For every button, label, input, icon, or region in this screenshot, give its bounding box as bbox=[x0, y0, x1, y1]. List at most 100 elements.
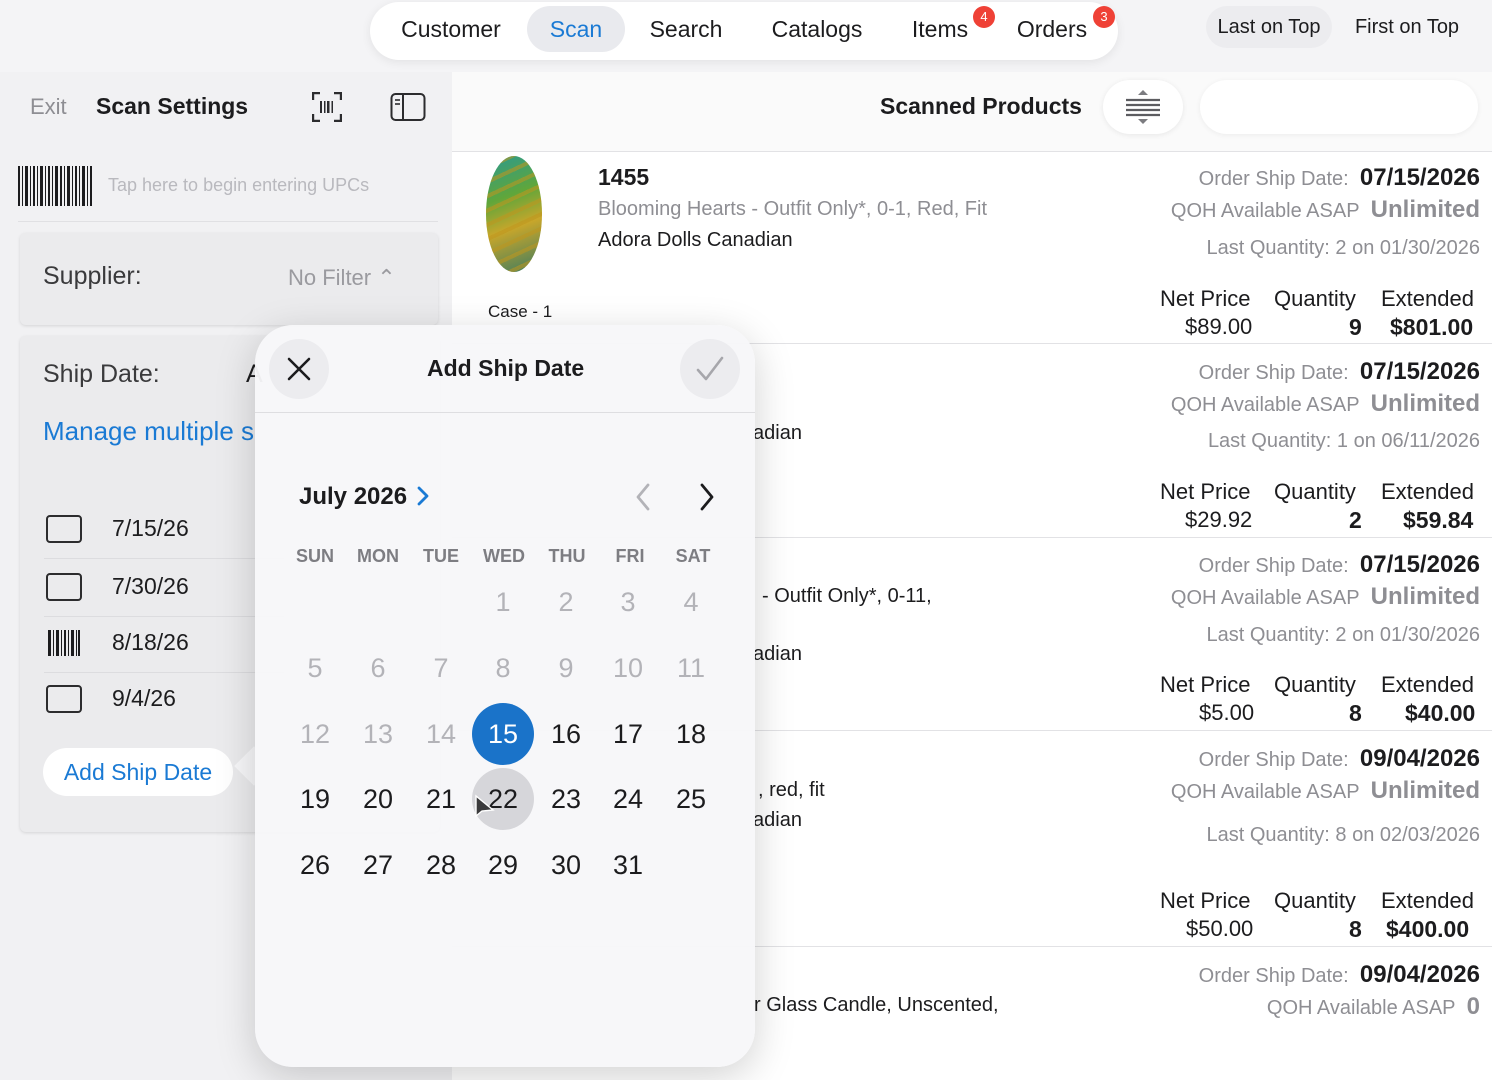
net-price: $50.00 bbox=[1186, 916, 1254, 941]
checkbox[interactable] bbox=[46, 573, 82, 601]
calendar-day[interactable]: 3 bbox=[597, 571, 659, 633]
ship-date-text: 7/30/26 bbox=[112, 573, 189, 599]
calendar-day[interactable]: 5 bbox=[284, 637, 346, 699]
exit-button[interactable]: Exit bbox=[30, 94, 67, 120]
first-on-top-option[interactable]: First on Top bbox=[1340, 6, 1474, 48]
weekday-label: MON bbox=[357, 546, 399, 566]
quantity[interactable]: 9 bbox=[1349, 314, 1362, 341]
calendar-day[interactable]: 25 bbox=[660, 768, 722, 830]
ship-date-row[interactable]: 9/4/26 bbox=[44, 673, 284, 729]
confirm-button[interactable] bbox=[680, 339, 740, 399]
net-price: $89.00 bbox=[1185, 314, 1253, 339]
calendar-day[interactable]: 20 bbox=[347, 768, 409, 830]
sort-icon bbox=[1126, 90, 1160, 124]
calendar-day[interactable]: 18 bbox=[660, 703, 722, 765]
orders-badge: 3 bbox=[1093, 6, 1115, 28]
tab-search[interactable]: Search bbox=[638, 6, 734, 52]
upc-input[interactable]: Tap here to begin entering UPCs bbox=[108, 175, 369, 196]
calendar-day[interactable]: 27 bbox=[347, 834, 409, 896]
extended-price: $59.84 bbox=[1403, 507, 1474, 533]
checkmark-icon bbox=[696, 356, 724, 381]
calendar-day[interactable]: 21 bbox=[410, 768, 472, 830]
previous-month-icon[interactable] bbox=[630, 480, 658, 514]
calendar-day[interactable]: 14 bbox=[410, 703, 472, 765]
sort-menu-button[interactable] bbox=[1103, 80, 1183, 134]
ship-date-row[interactable]: 7/30/26 bbox=[44, 561, 284, 617]
price-block: Net Price Quantity Extended $29.92 2 $59… bbox=[1160, 479, 1474, 534]
calendar-day[interactable]: 30 bbox=[535, 834, 597, 896]
calendar-day[interactable]: 12 bbox=[284, 703, 346, 765]
calendar-day[interactable]: 4 bbox=[660, 571, 722, 633]
barcode-icon bbox=[48, 630, 80, 656]
calendar-day[interactable]: 8 bbox=[472, 637, 534, 699]
calendar-day[interactable]: 9 bbox=[535, 637, 597, 699]
qoh-available: QOH Available ASAP Unlimited bbox=[1170, 777, 1480, 804]
calendar-day[interactable]: 26 bbox=[284, 834, 346, 896]
ship-date-label: Ship Date: bbox=[43, 360, 160, 388]
tab-customer[interactable]: Customer bbox=[388, 6, 514, 52]
qoh-available: QOH Available ASAP Unlimited bbox=[1170, 390, 1480, 417]
last-quantity: Last Quantity: 8 on 02/03/2026 bbox=[1206, 824, 1480, 846]
calendar-day[interactable]: 16 bbox=[535, 703, 597, 765]
quantity[interactable]: 8 bbox=[1349, 916, 1362, 943]
ship-date-text: 7/15/26 bbox=[112, 515, 189, 541]
calendar-day[interactable]: 24 bbox=[597, 768, 659, 830]
checkbox[interactable] bbox=[46, 515, 82, 543]
calendar-day[interactable]: 29 bbox=[472, 834, 534, 896]
product-description: r Glass Candle, Unscented, bbox=[754, 994, 999, 1016]
calendar-day[interactable]: 23 bbox=[535, 768, 597, 830]
checkbox[interactable] bbox=[46, 685, 82, 713]
supplier-filter-select[interactable]: No Filter ⌃ bbox=[288, 265, 396, 291]
calendar-day[interactable]: 28 bbox=[410, 834, 472, 896]
ship-date-row[interactable]: 7/15/26 bbox=[44, 503, 284, 559]
calendar-day[interactable]: 31 bbox=[597, 834, 659, 896]
tab-items[interactable]: Items bbox=[898, 6, 982, 52]
manage-multiple-ship-dates-link[interactable]: Manage multiple s bbox=[43, 416, 254, 447]
sidebar-toggle-icon[interactable] bbox=[390, 92, 426, 122]
case-label: Case - 1 bbox=[488, 302, 553, 321]
product-supplier: adian bbox=[753, 809, 802, 831]
add-ship-date-button[interactable]: Add Ship Date bbox=[43, 748, 233, 796]
weekday-label: SAT bbox=[675, 546, 711, 566]
qoh-available: QOH Available ASAP 0 bbox=[1266, 993, 1480, 1020]
calendar-day[interactable]: 11 bbox=[660, 637, 722, 699]
tab-orders[interactable]: Orders bbox=[1004, 6, 1100, 52]
tab-catalogs[interactable]: Catalogs bbox=[756, 6, 878, 52]
product-description: Blooming Hearts - Outfit Only*, 0-1, Red… bbox=[598, 198, 988, 220]
calendar-day[interactable]: 19 bbox=[284, 768, 346, 830]
ship-date-row[interactable]: 8/18/26 bbox=[44, 617, 284, 673]
calendar-day[interactable]: 1 bbox=[472, 571, 534, 633]
order-ship-date: Order Ship Date: 07/15/2026 bbox=[1198, 551, 1480, 578]
calendar-day[interactable]: 15 bbox=[472, 703, 534, 765]
calendar-day[interactable]: 17 bbox=[597, 703, 659, 765]
product-supplier: adian bbox=[753, 643, 802, 665]
calendar-day[interactable]: 2 bbox=[535, 571, 597, 633]
pointer-cursor-icon bbox=[475, 794, 495, 818]
close-button[interactable] bbox=[269, 339, 329, 399]
calendar-day[interactable]: 13 bbox=[347, 703, 409, 765]
next-month-icon[interactable] bbox=[692, 480, 720, 514]
price-block: Net Price Quantity Extended $89.00 9 $80… bbox=[1160, 286, 1474, 341]
quantity[interactable]: 8 bbox=[1349, 700, 1362, 727]
qoh-available: QOH Available ASAP Unlimited bbox=[1170, 583, 1480, 610]
calendar-day[interactable]: 7 bbox=[410, 637, 472, 699]
product-description: , red, fit bbox=[758, 779, 825, 801]
barcode-scan-icon[interactable] bbox=[312, 92, 342, 122]
month-year-picker[interactable]: July 2026 bbox=[299, 483, 407, 511]
net-price: $5.00 bbox=[1199, 700, 1255, 725]
product-description: - Outfit Only*, 0-11, bbox=[762, 585, 932, 607]
tab-scan[interactable]: Scan bbox=[527, 6, 625, 52]
price-block: Net Price Quantity Extended $5.00 8 $40.… bbox=[1160, 672, 1476, 727]
last-quantity: Last Quantity: 2 on 01/30/2026 bbox=[1206, 624, 1480, 646]
weekday-label: WED bbox=[483, 546, 525, 566]
weekday-label: FRI bbox=[615, 546, 645, 566]
quantity[interactable]: 2 bbox=[1349, 507, 1362, 534]
scan-settings-title: Scan Settings bbox=[96, 93, 249, 119]
calendar-day[interactable]: 6 bbox=[347, 637, 409, 699]
calendar-day[interactable]: 10 bbox=[597, 637, 659, 699]
last-on-top-option[interactable]: Last on Top bbox=[1206, 6, 1332, 48]
product-supplier: Adora Dolls Canadian bbox=[598, 229, 793, 251]
last-quantity: Last Quantity: 1 on 06/11/2026 bbox=[1207, 430, 1480, 452]
chevron-right-icon[interactable] bbox=[415, 484, 431, 508]
qoh-available: QOH Available ASAP Unlimited bbox=[1170, 196, 1480, 223]
